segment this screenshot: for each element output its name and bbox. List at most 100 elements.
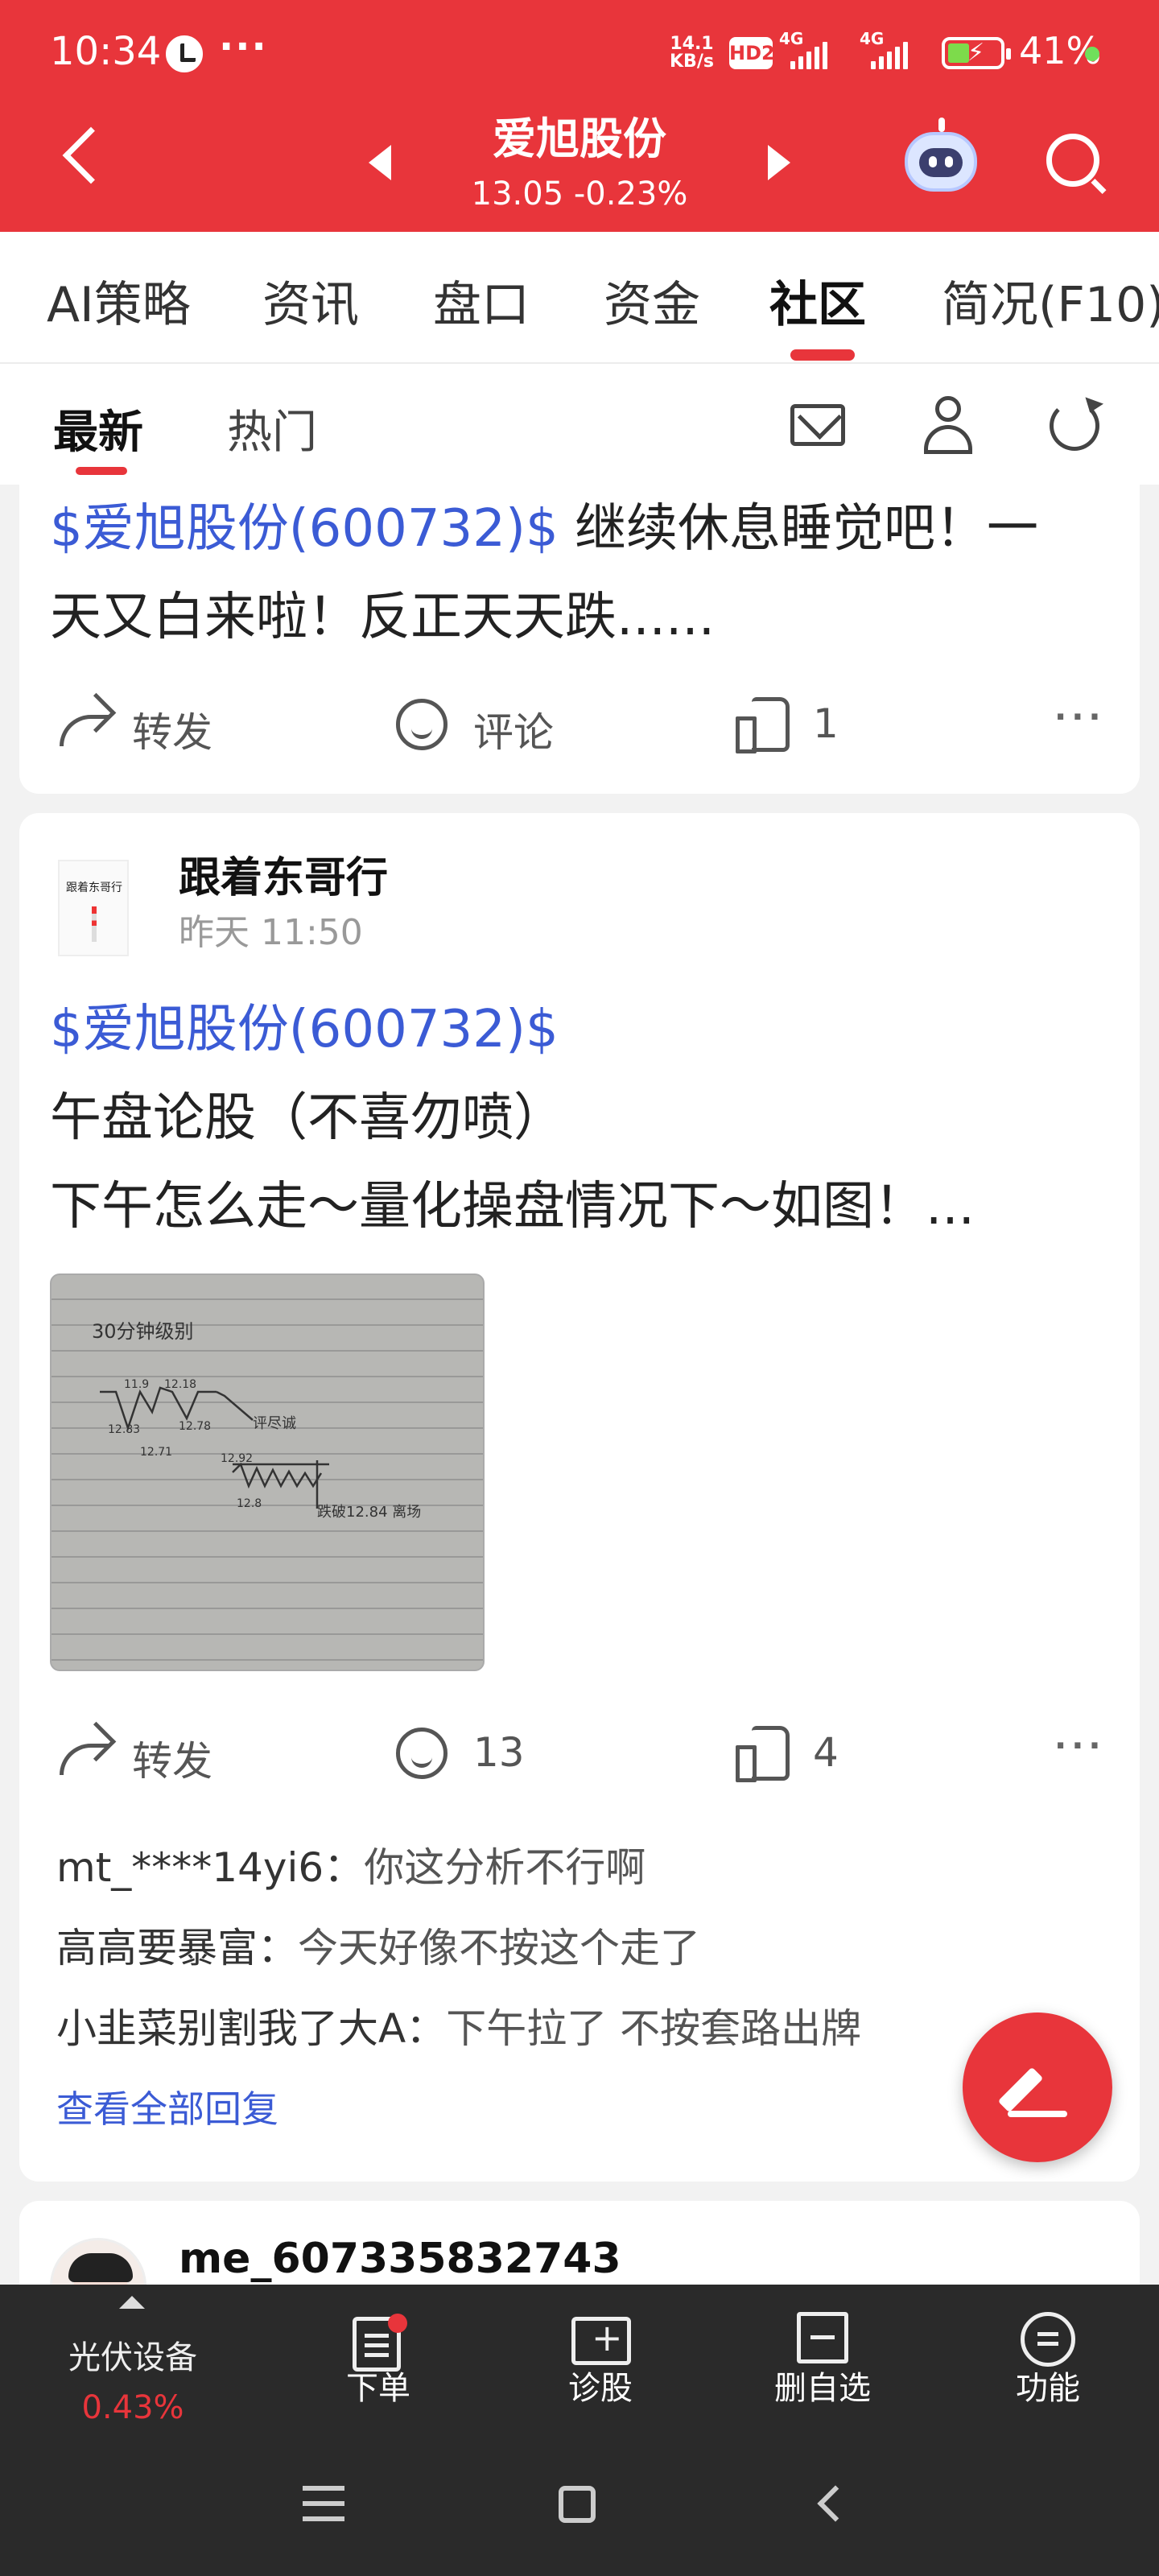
- reply-user: 小韭菜别割我了大A：: [56, 2005, 447, 2052]
- reply-item[interactable]: 高高要暴富：今天好像不按这个走了: [56, 1916, 700, 1974]
- subtab-latest[interactable]: 最新: [53, 396, 143, 461]
- prev-stock-icon[interactable]: [369, 145, 391, 180]
- share-icon[interactable]: [55, 1726, 111, 1775]
- stock-tag-link[interactable]: $爱旭股份(600732)$: [50, 985, 559, 1074]
- note-label: 跌破12.84 离场: [317, 1504, 421, 1521]
- clock-icon: [166, 35, 203, 72]
- post-text-line: 天又白来啦！反正天天跌......: [50, 588, 716, 647]
- ai-robot-icon[interactable]: [905, 118, 977, 192]
- user-icon[interactable]: [922, 393, 974, 457]
- stock-price: 13.05 -0.23%: [471, 175, 688, 213]
- functions-label: 功能: [1016, 2370, 1080, 2407]
- net-speed-unit: KB/s: [670, 52, 714, 72]
- reply-item[interactable]: mt_****14yi6：你这分析不行啊: [56, 1835, 645, 1893]
- caret-up-icon[interactable]: [119, 2296, 145, 2309]
- active-subtab-underline: [76, 467, 127, 475]
- note-label: 11.9: [124, 1378, 149, 1391]
- more-icon[interactable]: ···: [1054, 699, 1106, 736]
- note-label: 12.92: [221, 1452, 253, 1465]
- back-icon[interactable]: [62, 126, 120, 184]
- net-speed: 14.1 KB/s: [670, 35, 714, 71]
- sector-change: 0.43%: [81, 2389, 184, 2426]
- battery-icon: ⚡: [942, 37, 1011, 69]
- post-card[interactable]: me_607335832743: [19, 2201, 1140, 2285]
- top-header: 10:34 ··· 14.1 KB/s HD2 4G 4G ⚡ 41% 爱旭股份…: [0, 0, 1159, 232]
- nav-back-icon[interactable]: [817, 2485, 854, 2522]
- search-icon[interactable]: [1046, 134, 1099, 187]
- status-time: 10:34: [50, 29, 162, 74]
- note-label: 12.18: [164, 1378, 196, 1391]
- tab-news[interactable]: 资讯: [262, 266, 359, 336]
- share-icon[interactable]: [55, 697, 111, 746]
- active-tab-underline: [790, 349, 855, 361]
- tab-ai-strategy[interactable]: AI策略: [47, 266, 191, 336]
- post-text-line: $爱旭股份(600732)$ 继续休息睡觉吧！一: [50, 485, 1038, 573]
- stock-name: 爱旭股份: [493, 114, 666, 164]
- comment-button[interactable]: 评论: [473, 700, 554, 758]
- diagnose-label: 诊股: [568, 2370, 633, 2407]
- note-label: 12.78: [179, 1420, 211, 1433]
- diagnose-icon: [571, 2316, 631, 2365]
- post-image[interactable]: 30分钟级别 11.9 12.18 12.83 12.78 12.71 12.9…: [50, 1274, 485, 1671]
- post-card[interactable]: 跟着东哥行 昨天 11:50 $爱旭股份(600732)$ 午盘论股（不喜勿喷）…: [19, 813, 1140, 2182]
- comment-icon[interactable]: [396, 699, 448, 750]
- share-button[interactable]: 转发: [132, 700, 212, 758]
- note-label: 评尽诚: [253, 1415, 296, 1432]
- note-label: 12.83: [108, 1423, 140, 1436]
- post-text: 继续休息睡觉吧！一: [558, 499, 1039, 559]
- notification-dot: [388, 2314, 407, 2333]
- reply-text: 今天好像不按这个走了: [298, 1925, 700, 1971]
- nav-menu-icon[interactable]: [303, 2486, 344, 2521]
- next-stock-icon[interactable]: [768, 145, 790, 180]
- share-button[interactable]: 转发: [132, 1729, 212, 1787]
- like-count[interactable]: 4: [813, 1729, 839, 1776]
- tab-f10[interactable]: 简况(F10): [942, 266, 1159, 336]
- signal-icon-2: 4G: [860, 29, 932, 69]
- comment-count[interactable]: 13: [473, 1729, 525, 1776]
- functions-icon: [1021, 2312, 1075, 2367]
- post-time: 昨天 11:50: [179, 912, 363, 953]
- like-icon[interactable]: [736, 696, 790, 753]
- tab-community[interactable]: 社区: [769, 266, 866, 336]
- post-text-line: 下午怎么走～量化操盘情况下～如图！...: [50, 1177, 975, 1236]
- post-text-line: 午盘论股（不喜勿喷）: [50, 1088, 565, 1148]
- status-dot: [1085, 47, 1099, 61]
- sub-tabs: 最新 热门: [0, 364, 1159, 485]
- reply-item[interactable]: 小韭菜别割我了大A：下午拉了 不按套路出牌: [56, 1996, 861, 2054]
- nav-home-icon[interactable]: [559, 2486, 596, 2523]
- tab-orderbook[interactable]: 盘口: [433, 266, 530, 336]
- more-icon[interactable]: ···: [1054, 1728, 1106, 1765]
- author-name[interactable]: me_607335832743: [179, 2235, 621, 2283]
- subtab-hot[interactable]: 热门: [227, 396, 317, 461]
- note-title: 30分钟级别: [92, 1320, 194, 1343]
- post-card[interactable]: $爱旭股份(600732)$ 继续休息睡觉吧！一 天又白来啦！反正天天跌....…: [19, 485, 1140, 794]
- bottom-bar: 光伏设备 0.43% 下单 诊股 删自选 功能: [0, 2285, 1159, 2576]
- like-count[interactable]: 1: [813, 700, 839, 747]
- net-speed-value: 14.1: [670, 34, 714, 54]
- stock-tag-link[interactable]: $爱旭股份(600732)$: [50, 499, 559, 559]
- hd-badge: HD2: [729, 37, 775, 69]
- signal-icon-1: 4G: [779, 29, 852, 69]
- mail-icon[interactable]: [790, 404, 845, 446]
- status-more-dots: ···: [219, 24, 268, 69]
- note-label: 12.8: [237, 1497, 262, 1510]
- note-label: 12.71: [140, 1446, 172, 1459]
- avatar[interactable]: [50, 2238, 146, 2285]
- sector-name[interactable]: 光伏设备: [32, 2331, 233, 2378]
- reply-user: mt_****14yi6：: [56, 1844, 365, 1891]
- author-name[interactable]: 跟着东哥行: [179, 844, 388, 904]
- reply-text: 下午拉了 不按套路出牌: [446, 2005, 862, 2052]
- reply-text: 你这分析不行啊: [364, 1844, 646, 1891]
- comment-icon[interactable]: [396, 1728, 448, 1779]
- reply-user: 高高要暴富：: [56, 1925, 298, 1971]
- like-icon[interactable]: [736, 1724, 790, 1782]
- main-tabs: AI策略 资讯 盘口 资金 社区 简况(F10): [0, 232, 1159, 364]
- write-post-button[interactable]: [963, 2013, 1112, 2162]
- tab-funds[interactable]: 资金: [604, 266, 700, 336]
- avatar[interactable]: [58, 860, 129, 956]
- remove-watchlist-icon: [797, 2312, 848, 2363]
- pen-icon: [997, 2066, 1044, 2113]
- remove-watchlist-label: 删自选: [774, 2370, 871, 2407]
- view-all-replies-link[interactable]: 查看全部回复: [56, 2080, 278, 2133]
- refresh-icon[interactable]: [1050, 401, 1099, 451]
